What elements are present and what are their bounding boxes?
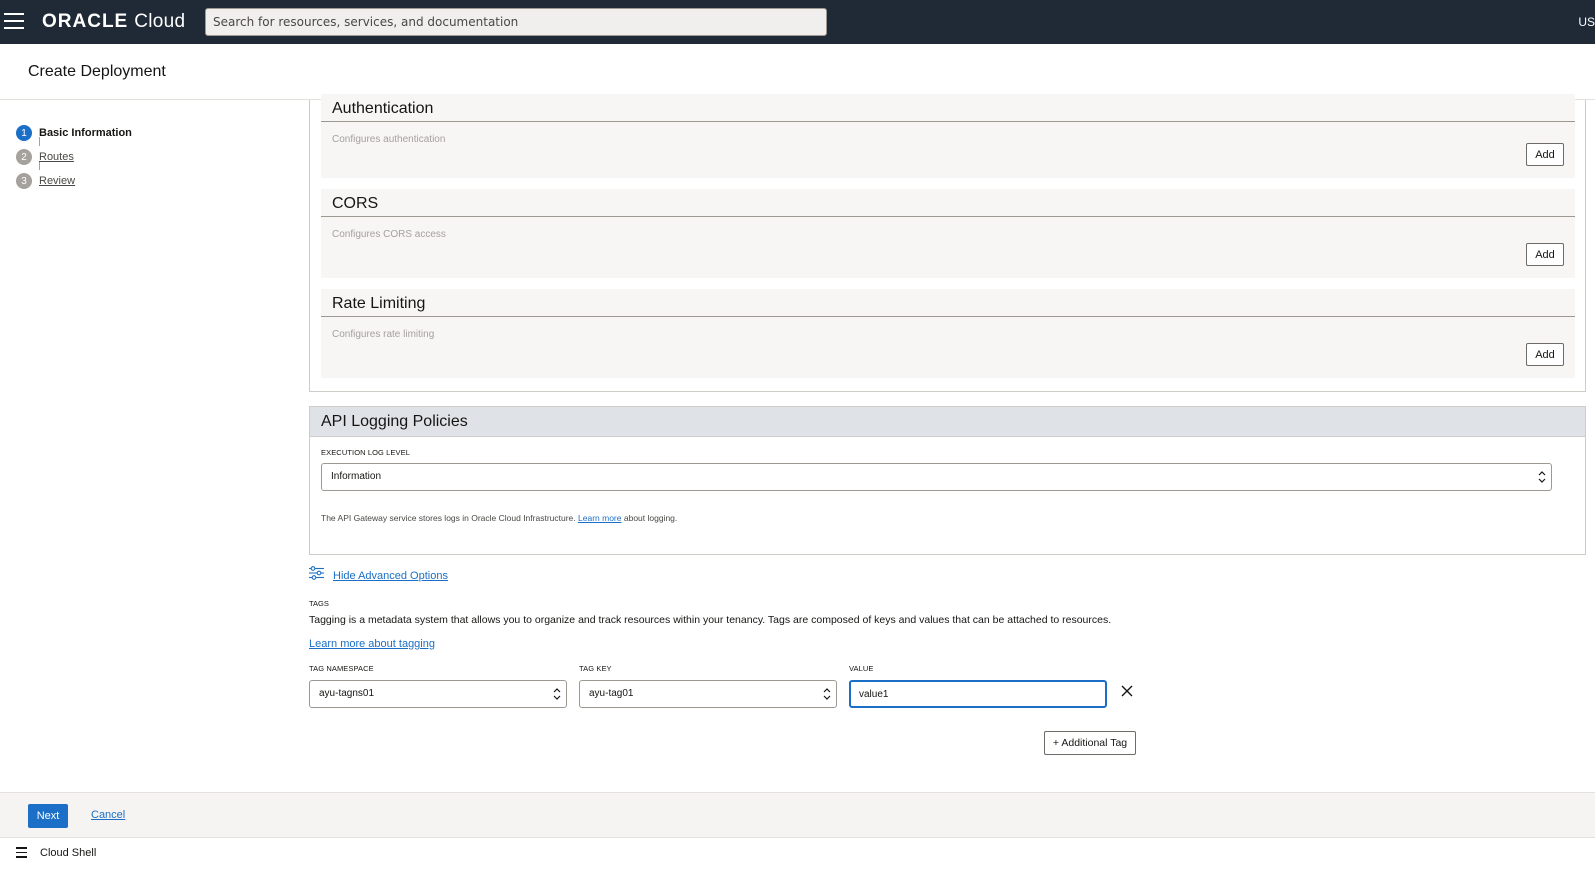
cancel-link[interactable]: Cancel: [91, 809, 125, 821]
sliders-icon: [309, 566, 324, 585]
logging-policies-panel: API Logging Policies EXECUTION LOG LEVEL…: [309, 406, 1586, 555]
tags-title: TAGS: [309, 599, 329, 608]
logo-product: Cloud: [134, 11, 186, 32]
execution-log-level-select[interactable]: Information: [321, 463, 1552, 491]
logging-note-suffix: about logging.: [623, 513, 678, 523]
tag-namespace-select[interactable]: ayu-tagns01: [309, 680, 567, 708]
additional-tag-button[interactable]: + Additional Tag: [1044, 731, 1136, 755]
page-title: Create Deployment: [28, 63, 166, 80]
step-label: Review: [39, 175, 76, 187]
page-header: Create Deployment: [0, 44, 1595, 100]
step-number: 2: [16, 149, 32, 165]
top-navigation-bar: ORACLE Cloud Search for resources, servic…: [0, 0, 1595, 44]
tag-key-label: TAG KEY: [579, 664, 612, 673]
tags-description: Tagging is a metadata system that allows…: [309, 614, 1112, 626]
remove-tag-icon[interactable]: [1120, 684, 1134, 698]
policy-title: CORS: [321, 189, 1575, 217]
logging-note: The API Gateway service stores logs in O…: [321, 513, 677, 523]
oracle-cloud-logo[interactable]: ORACLE Cloud: [42, 11, 185, 33]
step-basic-information[interactable]: 1 Basic Information: [16, 121, 276, 145]
request-policies-panel: Authentication Configures authentication…: [309, 94, 1586, 392]
cloud-shell-menu-icon: [16, 847, 27, 858]
region-selector[interactable]: US: [1578, 15, 1595, 29]
main-content: Authentication Configures authentication…: [309, 94, 1590, 803]
tag-key-select[interactable]: ayu-tag01: [579, 680, 837, 708]
policy-authentication: Authentication Configures authentication…: [321, 94, 1575, 178]
chevron-up-down-icon: [1538, 470, 1546, 484]
hide-advanced-options-label: Hide Advanced Options: [333, 569, 448, 582]
step-number: 1: [16, 125, 32, 141]
menu-icon[interactable]: [4, 13, 24, 29]
step-number: 3: [16, 173, 32, 189]
wizard-steps: 1 Basic Information 2 Routes 3 Review: [16, 121, 276, 193]
policy-title: Authentication: [321, 94, 1575, 122]
hide-advanced-options-toggle[interactable]: Hide Advanced Options: [309, 566, 448, 585]
step-label: Basic Information: [39, 127, 132, 139]
step-routes[interactable]: 2 Routes: [16, 145, 276, 169]
step-review[interactable]: 3 Review: [16, 169, 276, 193]
cloud-shell-label: Cloud Shell: [40, 847, 97, 859]
chevron-up-down-icon: [823, 687, 831, 701]
select-value: ayu-tagns01: [319, 688, 375, 699]
policy-cors: CORS Configures CORS access Add: [321, 189, 1575, 278]
next-button[interactable]: Next: [28, 804, 68, 828]
tag-value-field: VALUE: [849, 664, 1107, 708]
logging-title: API Logging Policies: [310, 407, 1585, 437]
select-value: Information: [331, 471, 382, 482]
policy-title: Rate Limiting: [321, 289, 1575, 317]
select-value: ayu-tag01: [589, 688, 634, 699]
add-cors-button[interactable]: Add: [1526, 243, 1564, 266]
tag-key-field: TAG KEY ayu-tag01: [579, 664, 837, 708]
learn-more-logging-link[interactable]: Learn more: [578, 513, 621, 523]
chevron-up-down-icon: [553, 687, 561, 701]
add-authentication-button[interactable]: Add: [1526, 143, 1564, 166]
learn-more-tagging-link[interactable]: Learn more about tagging: [309, 638, 435, 650]
add-rate-limiting-button[interactable]: Add: [1526, 343, 1564, 366]
logo-brand: ORACLE: [42, 11, 129, 32]
tag-namespace-field: TAG NAMESPACE ayu-tagns01: [309, 664, 567, 708]
execution-log-level-label: EXECUTION LOG LEVEL: [321, 448, 411, 457]
tag-value-input[interactable]: [849, 680, 1107, 708]
tag-namespace-label: TAG NAMESPACE: [309, 664, 374, 673]
policy-description: Configures CORS access: [332, 229, 446, 240]
wizard-footer: Next Cancel: [0, 792, 1595, 837]
tag-value-label: VALUE: [849, 664, 874, 673]
search-input[interactable]: Search for resources, services, and docu…: [205, 8, 827, 36]
logging-note-text: The API Gateway service stores logs in O…: [321, 513, 576, 523]
cloud-shell-bar[interactable]: Cloud Shell: [0, 837, 1595, 867]
policy-rate-limiting: Rate Limiting Configures rate limiting A…: [321, 289, 1575, 378]
policy-description: Configures authentication: [332, 134, 446, 145]
step-label: Routes: [39, 151, 74, 163]
policy-description: Configures rate limiting: [332, 329, 435, 340]
